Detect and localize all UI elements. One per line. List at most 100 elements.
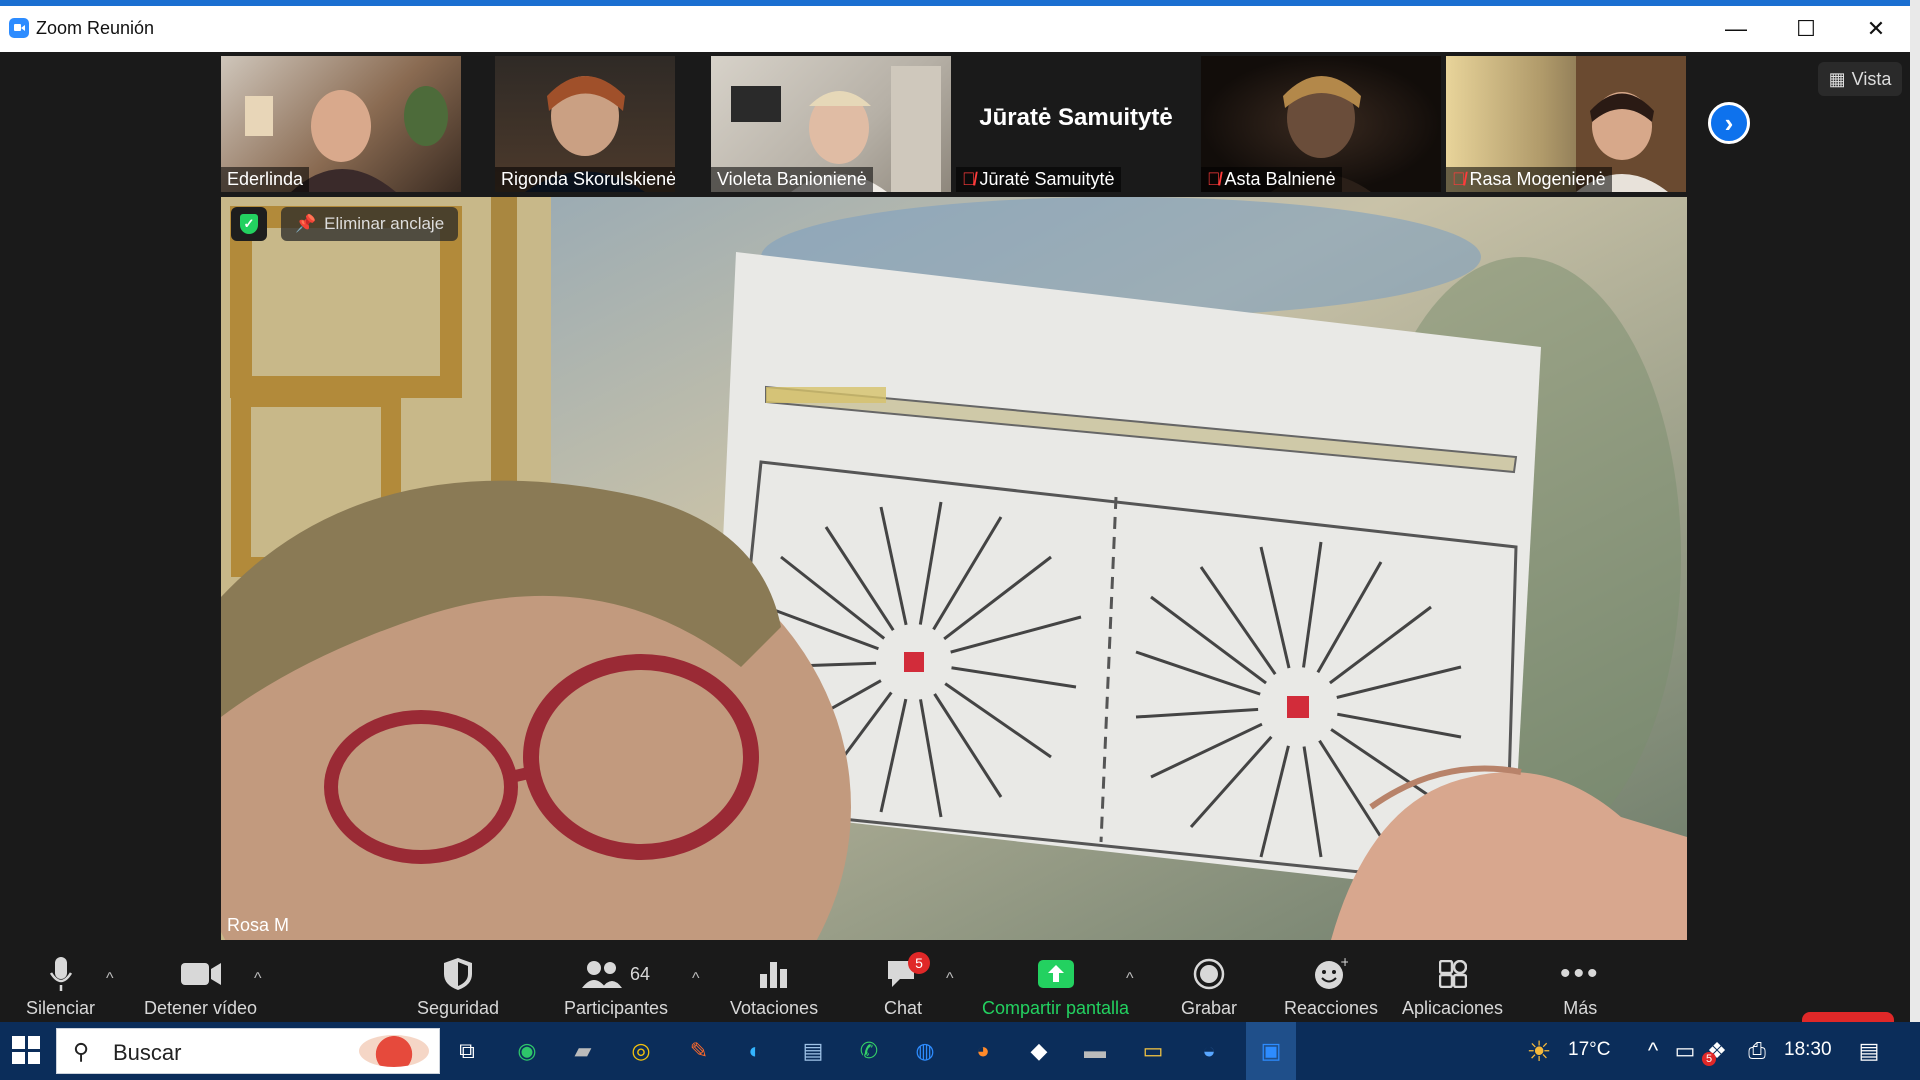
apps-label: Aplicaciones — [1402, 998, 1504, 1018]
messenger-icon[interactable]: ◍ — [908, 1034, 942, 1068]
minimize-button[interactable]: — — [1706, 12, 1766, 46]
chat-icon: 5 — [886, 952, 931, 992]
dropbox-icon[interactable]: ❖ 5 — [1700, 1034, 1734, 1068]
share-options-caret[interactable]: ^ — [1126, 970, 1134, 988]
battery-icon[interactable]: ▭ — [1668, 1034, 1702, 1068]
window-title: Zoom Reunión — [36, 18, 155, 38]
participant-display-name: Jūratė Samuitytė — [979, 104, 1173, 131]
window-edge — [1910, 0, 1920, 1022]
windows-taskbar: ⚲ Buscar ⧉ ◉ ▰ ◎ ✎ ◐ ▤ ✆ ◍ ◕ ◆ ▬ ▭ ◒ ▣ ☀… — [0, 1022, 1920, 1080]
more-label: Más — [1563, 998, 1598, 1018]
stop-video-label: Detener vídeo — [144, 998, 258, 1018]
participants-options-caret[interactable]: ^ — [692, 970, 700, 988]
more-icon: ••• — [1560, 957, 1601, 990]
muted-mic-icon: 🎙̸ — [1452, 169, 1466, 189]
whatsapp-icon[interactable]: ✆ — [852, 1034, 886, 1068]
view-button[interactable]: ▦ Vista — [1818, 62, 1902, 96]
unpin-label: Eliminar anclaje — [324, 214, 445, 233]
zoom-taskbar-icon[interactable]: ▣ — [1246, 1022, 1296, 1080]
unpin-button[interactable]: 📌 Eliminar anclaje — [281, 207, 459, 241]
security-label: Seguridad — [417, 998, 500, 1018]
participant-tile-asta[interactable]: 🎙̸ Asta Balnienė — [1201, 56, 1441, 192]
edge-icon[interactable]: ◐ — [738, 1034, 772, 1068]
main-speaker-video[interactable]: ✓ 📌 Eliminar anclaje Rosa M — [221, 197, 1687, 940]
app-icon-3[interactable]: ▬ — [1078, 1034, 1112, 1068]
taskbar-clock[interactable]: 18:30 — [1784, 1039, 1832, 1061]
apps-button[interactable]: Aplicaciones — [1402, 956, 1503, 1019]
muted-mic-icon: 🎙̸ — [962, 169, 976, 189]
participants-count: 64 — [630, 963, 651, 984]
participant-name: Rigonda Skorulskienė — [495, 167, 675, 192]
participant-name: 🎙̸ Jūratė Samuitytė — [956, 167, 1121, 192]
share-arrow-icon — [1037, 956, 1074, 992]
tray-badge: 5 — [1702, 1052, 1716, 1066]
record-icon — [1193, 956, 1225, 992]
participant-tile-rasa[interactable]: 🎙̸ Rasa Mogenienė — [1446, 56, 1686, 192]
taskbar-search-box[interactable]: ⚲ Buscar — [56, 1028, 440, 1074]
tray-expand-icon[interactable]: ^ — [1636, 1034, 1670, 1068]
chat-button[interactable]: 5 Chat — [884, 952, 931, 1019]
svg-text:+: + — [1340, 958, 1348, 969]
polls-button[interactable]: Votaciones — [730, 956, 818, 1019]
chevron-right-icon: › — [1724, 107, 1734, 138]
participants-label: Participantes — [564, 998, 669, 1018]
stop-video-button[interactable]: Detener vídeo — [144, 956, 257, 1019]
more-button[interactable]: ••• Más — [1560, 956, 1601, 1019]
search-icon: ⚲ — [73, 1039, 90, 1064]
participant-tile-ederlinda[interactable]: Ederlinda — [221, 56, 461, 192]
microphone-icon — [49, 956, 73, 992]
notifications-icon[interactable]: ▤ — [1852, 1034, 1886, 1068]
task-view-icon[interactable]: ⧉ — [450, 1034, 484, 1068]
next-participants-button[interactable]: › — [1708, 102, 1750, 144]
windows-start-button[interactable] — [12, 1036, 40, 1064]
apps-icon — [1438, 956, 1467, 992]
maximize-button[interactable]: ☐ — [1776, 12, 1836, 46]
pin-icon: 📌 — [295, 214, 317, 233]
smiley-icon: + — [1314, 956, 1348, 992]
polls-label: Votaciones — [730, 998, 819, 1018]
participants-button[interactable]: 64 Participantes — [564, 956, 668, 1019]
paint-icon[interactable]: ✎ — [682, 1034, 716, 1068]
window-title-bar: Zoom Reunión — ☐ ✕ — [0, 0, 1910, 52]
weather-temp[interactable]: 17°C — [1568, 1039, 1610, 1061]
close-button[interactable]: ✕ — [1846, 12, 1906, 46]
bar-chart-icon — [760, 956, 788, 992]
speaker-name: Rosa M — [227, 915, 290, 935]
weather-icon: ☀ — [1526, 1035, 1552, 1067]
chrome-icon[interactable]: ◎ — [624, 1034, 658, 1068]
whatsapp-alt-icon[interactable]: ◉ — [510, 1034, 544, 1068]
participant-tile-rigonda[interactable]: Rigonda Skorulskienė — [495, 56, 675, 192]
participant-tile-jurate[interactable]: Jūratė Samuitytė 🎙̸ Jūratė Samuitytė — [956, 56, 1196, 192]
speaker-video-frame — [221, 197, 1687, 940]
grid-icon: ▦ — [1828, 68, 1846, 89]
security-button[interactable]: Seguridad — [417, 956, 499, 1019]
app-icon[interactable]: ▰ — [566, 1034, 600, 1068]
scanner-icon[interactable]: ▤ — [796, 1034, 830, 1068]
share-screen-label: Compartir pantalla — [982, 998, 1130, 1018]
reactions-button[interactable]: + Reacciones — [1284, 956, 1378, 1019]
shield-check-icon: ✓ — [240, 214, 258, 234]
mute-button[interactable]: Silenciar — [26, 956, 95, 1019]
encryption-badge[interactable]: ✓ — [231, 207, 267, 241]
people-icon: 64 — [582, 956, 650, 992]
network-icon[interactable]: ⎙ — [1740, 1034, 1774, 1068]
participant-tile-violeta[interactable]: Violeta Banionienė — [711, 56, 951, 192]
share-screen-button[interactable]: Compartir pantalla — [982, 956, 1129, 1019]
record-button[interactable]: Grabar — [1181, 956, 1237, 1019]
video-options-caret[interactable]: ^ — [254, 970, 262, 988]
participant-name: Violeta Banionienė — [711, 167, 873, 192]
view-button-label: Vista — [1851, 68, 1892, 89]
participant-name: 🎙̸ Asta Balnienė — [1201, 167, 1342, 192]
app-icon-2[interactable]: ◆ — [1022, 1034, 1056, 1068]
mute-label: Silenciar — [26, 998, 96, 1018]
firefox-icon[interactable]: ◕ — [966, 1034, 1000, 1068]
zoom-logo-icon — [9, 18, 29, 38]
audio-options-caret[interactable]: ^ — [106, 970, 114, 988]
app-icon-4[interactable]: ◒ — [1192, 1034, 1226, 1068]
chat-options-caret[interactable]: ^ — [946, 970, 954, 988]
zoom-meeting-area: Ederlinda Rigonda Skorulskienė Violeta B… — [0, 52, 1910, 1072]
search-placeholder: Buscar — [113, 1040, 182, 1065]
record-label: Grabar — [1181, 998, 1238, 1018]
reactions-label: Reacciones — [1284, 998, 1379, 1018]
file-explorer-icon[interactable]: ▭ — [1136, 1034, 1170, 1068]
